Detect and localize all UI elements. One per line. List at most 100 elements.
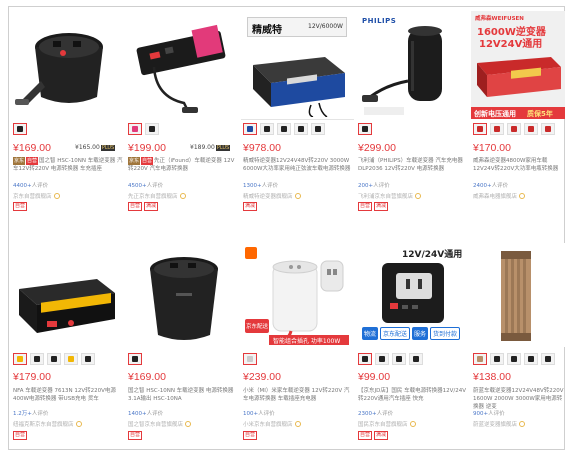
- variant-thumb[interactable]: [541, 123, 555, 135]
- variant-thumb[interactable]: [524, 353, 538, 365]
- variant-thumb[interactable]: [81, 353, 95, 365]
- chat-icon[interactable]: [53, 193, 60, 199]
- variant-thumb[interactable]: [128, 123, 142, 135]
- review-count[interactable]: 1300+人评价: [243, 181, 278, 189]
- shop-name[interactable]: 纽福克斯京东自营旗舰店: [13, 420, 82, 428]
- product-card[interactable]: ¥169.00 ¥165.00 PLUS 京东 自营 国之智 HSC-10NN 车载逆…: [11, 11, 124, 226]
- chat-icon[interactable]: [519, 193, 526, 199]
- product-image[interactable]: PHILIPS: [356, 11, 469, 119]
- variant-thumb[interactable]: [524, 123, 538, 135]
- chat-icon[interactable]: [179, 193, 186, 199]
- variant-thumb[interactable]: [409, 353, 423, 365]
- variant-thumbs: [13, 123, 122, 137]
- product-card[interactable]: ¥169.00 国之智 HSC-10NN 车载逆变器 电源转换器 3.1A输出 …: [126, 243, 239, 449]
- shop-name[interactable]: 先正京东自营旗舰店: [128, 192, 186, 200]
- chat-icon[interactable]: [185, 421, 192, 427]
- product-card[interactable]: ¥199.00 ¥189.00 PLUS 京东 自营 先正（iFound）车载逆变器 …: [126, 11, 239, 226]
- chat-icon[interactable]: [75, 421, 82, 427]
- shop-name[interactable]: 蔚蓝逆变器旗舰店: [473, 420, 526, 428]
- review-count[interactable]: 4400+人评价: [13, 181, 48, 189]
- product-image[interactable]: 12V/24V通用 物流 京东配送 服务 货到付款: [356, 243, 469, 347]
- product-image[interactable]: 精威特 12V/6000W: [241, 11, 354, 120]
- review-count[interactable]: 1400+人评价: [128, 409, 163, 417]
- product-title[interactable]: 国之智 HSC-10NN 车载逆变器 电源转换器 3.1A输出 HSC-10NA: [128, 387, 238, 411]
- product-card[interactable]: ¥138.00 蔚蓝车载逆变器12V24V48V转220V 1600W 2000…: [471, 243, 565, 449]
- review-count[interactable]: 900+人评价: [473, 409, 505, 417]
- variant-thumb[interactable]: [541, 353, 555, 365]
- review-count[interactable]: 100+人评价: [243, 409, 275, 417]
- shop-name[interactable]: 国民京东自营旗舰店: [358, 420, 416, 428]
- badge: 自营: [358, 202, 373, 211]
- chat-icon[interactable]: [409, 421, 416, 427]
- product-card[interactable]: 威弗森WEIFUSEN 1600W逆变器 12V24V通用 创新电压通用 质保5…: [471, 11, 565, 226]
- product-card[interactable]: 京东配送 智能组合插孔 功率100W ¥239.00 小米（MI）米家车载逆变器…: [241, 243, 354, 449]
- review-count[interactable]: 2400+人评价: [473, 181, 508, 189]
- variant-thumb[interactable]: [47, 353, 61, 365]
- variant-thumb[interactable]: [145, 123, 159, 135]
- variant-thumb[interactable]: [311, 123, 325, 135]
- product-title[interactable]: 威弗森逆变器4800W家用车载12V24V转220V大功率电瓶转换器: [473, 157, 565, 181]
- shop-name[interactable]: 精威特逆变器旗舰店: [243, 192, 301, 200]
- variant-thumb[interactable]: [277, 123, 291, 135]
- product-image[interactable]: [126, 11, 239, 119]
- variant-thumb[interactable]: [64, 353, 78, 365]
- product-image[interactable]: [126, 243, 239, 347]
- product-title[interactable]: 【京东JD店】国民 车载电源转换器12V/24V转220V通用汽车插座 快充: [358, 387, 468, 411]
- chat-icon[interactable]: [294, 421, 301, 427]
- product-image[interactable]: 威弗森WEIFUSEN 1600W逆变器 12V24V通用 创新电压通用 质保5…: [471, 11, 565, 119]
- variant-thumb[interactable]: [358, 353, 372, 365]
- product-title[interactable]: 京东 自营 先正（iFound）车载逆变器 12V转220V 汽车电源转换器: [128, 157, 238, 181]
- variant-thumb[interactable]: [392, 353, 406, 365]
- shop-name-text: 小米京东自营旗舰店: [243, 422, 293, 428]
- product-card[interactable]: PHILIPS ¥299.00 飞利浦（PHILIPS）车载逆变器 汽车充电器 …: [356, 11, 469, 226]
- shop-name[interactable]: 小米京东自营旗舰店: [243, 420, 301, 428]
- shop-name[interactable]: 威弗森电器旗舰店: [473, 192, 526, 200]
- variant-thumb[interactable]: [375, 353, 389, 365]
- review-count-value: 1300+: [243, 183, 262, 189]
- product-title[interactable]: 京东 自营 国之智 HSC-10NN 车载逆变器 汽车12V转220V 电源转换器 …: [13, 157, 123, 181]
- product-card[interactable]: ¥179.00 NFA 车载逆变器 7613N 12V转220V电源 400W电…: [11, 243, 124, 449]
- chat-icon[interactable]: [415, 193, 422, 199]
- product-title[interactable]: 小米（MI）米家车载逆变器 12V转220V 汽车电源转换器 车载插座充电器: [243, 387, 353, 411]
- badge: 自营: [13, 202, 28, 211]
- chat-icon[interactable]: [294, 193, 301, 199]
- product-card[interactable]: 精威特 12V/6000W ¥978.00 精威特逆变器12V24V48V转22…: [241, 11, 354, 226]
- variant-thumbs: [128, 353, 237, 367]
- variant-thumb[interactable]: [13, 123, 27, 135]
- variant-thumb[interactable]: [243, 123, 257, 135]
- variant-thumb[interactable]: [243, 353, 257, 365]
- delivery-badge: 京东配送: [245, 319, 269, 333]
- price: ¥170.00: [473, 142, 511, 154]
- shop-name[interactable]: 国之智京东自营旗舰店: [128, 420, 192, 428]
- variant-thumb[interactable]: [128, 353, 142, 365]
- variant-thumb[interactable]: [358, 123, 372, 135]
- product-card[interactable]: 12V/24V通用 物流 京东配送 服务 货到付款 ¥99.00 【京东JD店】…: [356, 243, 469, 449]
- badges: 自营 满减: [358, 431, 389, 440]
- product-title[interactable]: 飞利浦（PHILIPS）车载逆变器 汽车充电器 DLP2036 12V转220V…: [358, 157, 468, 181]
- variant-thumb[interactable]: [30, 353, 44, 365]
- review-count[interactable]: 2300+人评价: [358, 409, 393, 417]
- shop-name[interactable]: 飞利浦京东自营旗舰店: [358, 192, 422, 200]
- review-count[interactable]: 1.2万+人评价: [13, 409, 48, 417]
- variant-thumb[interactable]: [490, 123, 504, 135]
- product-image[interactable]: [471, 243, 565, 347]
- shop-name[interactable]: 京东自营旗舰店: [13, 192, 60, 200]
- chat-icon[interactable]: [519, 421, 526, 427]
- shop-name-text: 威弗森电器旗舰店: [473, 194, 518, 200]
- product-title[interactable]: 蔚蓝车载逆变器12V24V48V转220V 1600W 2000W 3000W家…: [473, 387, 565, 411]
- product-image[interactable]: [11, 243, 124, 347]
- variant-thumb[interactable]: [507, 353, 521, 365]
- review-count[interactable]: 200+人评价: [358, 181, 390, 189]
- product-image[interactable]: [11, 11, 124, 119]
- product-image[interactable]: 京东配送 智能组合插孔 功率100W: [241, 243, 354, 347]
- variant-thumb[interactable]: [13, 353, 27, 365]
- variant-thumb[interactable]: [260, 123, 274, 135]
- review-count[interactable]: 4500+人评价: [128, 181, 163, 189]
- product-title[interactable]: NFA 车载逆变器 7613N 12V转220V电源 400W电源转换器 带US…: [13, 387, 123, 411]
- variant-thumb[interactable]: [507, 123, 521, 135]
- variant-thumb[interactable]: [490, 353, 504, 365]
- variant-thumb[interactable]: [473, 353, 487, 365]
- variant-thumb[interactable]: [294, 123, 308, 135]
- variant-thumb[interactable]: [473, 123, 487, 135]
- product-title[interactable]: 精威特逆变器12V24V48V转220V 3000W 6000W大功率家用纯正弦…: [243, 157, 353, 181]
